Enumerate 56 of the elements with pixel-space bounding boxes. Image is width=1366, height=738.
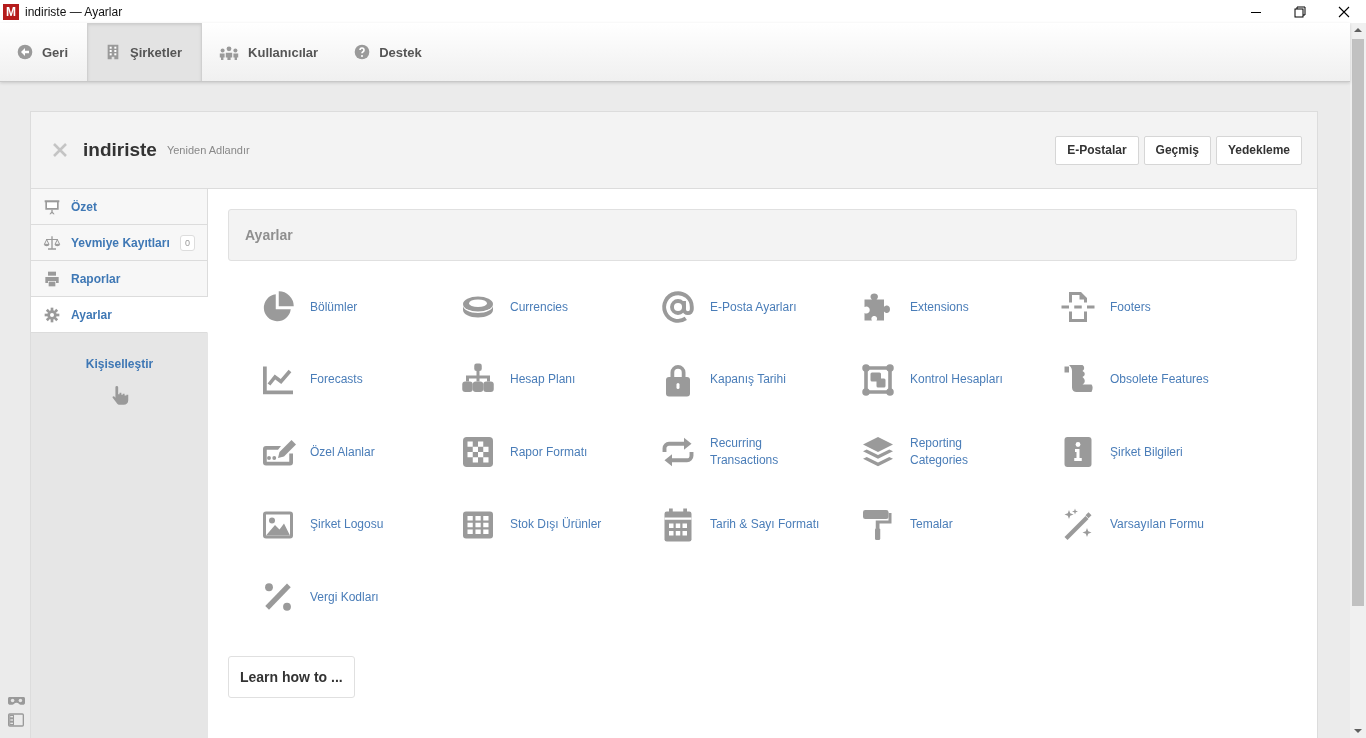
settings-link[interactable]: Extensions [910, 298, 969, 316]
customize-link[interactable]: Kişiselleştir [85, 357, 154, 371]
balance-scale-icon [43, 234, 61, 251]
printer-icon [43, 270, 61, 287]
settings-link[interactable]: Hesap Planı [510, 371, 576, 389]
settings-link[interactable]: Tarih & Sayı Formatı [710, 516, 820, 534]
learn-button[interactable]: Learn how to ... [228, 655, 355, 698]
settings-link[interactable]: Şirket Logosu [310, 516, 384, 534]
settings-link[interactable]: Özel Alanlar [310, 443, 375, 461]
settings-link[interactable]: Bölümler [310, 298, 358, 316]
sidebar-item-label: Yevmiye Kayıtları [71, 235, 170, 250]
settings-link[interactable]: Rapor Formatı [510, 443, 588, 461]
settings-link[interactable]: Şirket Bilgileri [1110, 443, 1183, 461]
settings-link[interactable]: Temalar [910, 516, 953, 534]
settings-link[interactable]: Currencies [510, 298, 569, 316]
sidebar-item-label: Ayarlar [71, 307, 112, 322]
sidebar-item[interactable]: Yevmiye Kayıtları 0 [31, 225, 208, 261]
help-icon [354, 44, 371, 60]
nav-tab[interactable]: Kullanıcılar [202, 23, 338, 81]
settings-link[interactable]: Kontrol Hesapları [910, 371, 1003, 389]
sidebar-item-label: Raporlar [71, 271, 121, 286]
frame-icon [860, 361, 896, 398]
settings-link[interactable]: E-Posta Ayarları [710, 298, 797, 316]
settings-link[interactable]: Reporting Categories [910, 435, 969, 470]
settings-link[interactable]: Stok Dışı Ürünler [510, 516, 602, 534]
sidebar-item-label: Özet [71, 199, 97, 214]
close-icon[interactable] [1338, 5, 1350, 18]
company-name: indiriste [83, 139, 157, 161]
settings-link[interactable]: Vergi Kodları [310, 588, 379, 606]
nav-tab[interactable]: Geri [0, 23, 87, 81]
gear-icon [43, 306, 61, 323]
settings-link[interactable]: Varsayılan Formu [1110, 516, 1204, 534]
count-badge: 0 [180, 234, 195, 251]
settings-link[interactable]: Kapanış Tarihi [710, 371, 786, 389]
building-icon [105, 44, 121, 60]
presentation-board-icon [43, 198, 61, 215]
settings-link[interactable]: Forecasts [310, 371, 363, 389]
header-button[interactable]: Geçmiş [1143, 135, 1211, 165]
at-sign-icon [660, 289, 696, 326]
sidebar-item[interactable]: Raporlar [31, 261, 208, 297]
restore-icon[interactable] [1294, 5, 1306, 18]
settings-link[interactable]: Obsolete Features [1110, 371, 1209, 389]
sidebar-item[interactable]: Ayarlar [31, 297, 208, 333]
app-logo: M [3, 3, 19, 20]
scrollbar-thumb[interactable] [1352, 39, 1364, 606]
section-title: Ayarlar [245, 227, 293, 243]
rename-link[interactable]: Yeniden Adlandır [166, 144, 1051, 156]
settings-link[interactable]: Footers [1110, 298, 1151, 316]
window-title: indiriste — Ayarlar [25, 4, 124, 19]
users-icon [219, 44, 240, 60]
header-button[interactable]: E-Postalar [1055, 135, 1139, 165]
nav-tab[interactable]: Destek [337, 23, 441, 81]
settings-link[interactable]: Recurring Transactions [710, 435, 779, 470]
header-button[interactable]: Yedekleme [1215, 135, 1302, 165]
nav-tab[interactable]: Şirketler [87, 23, 203, 81]
sidebar-item[interactable]: Özet [31, 189, 208, 225]
